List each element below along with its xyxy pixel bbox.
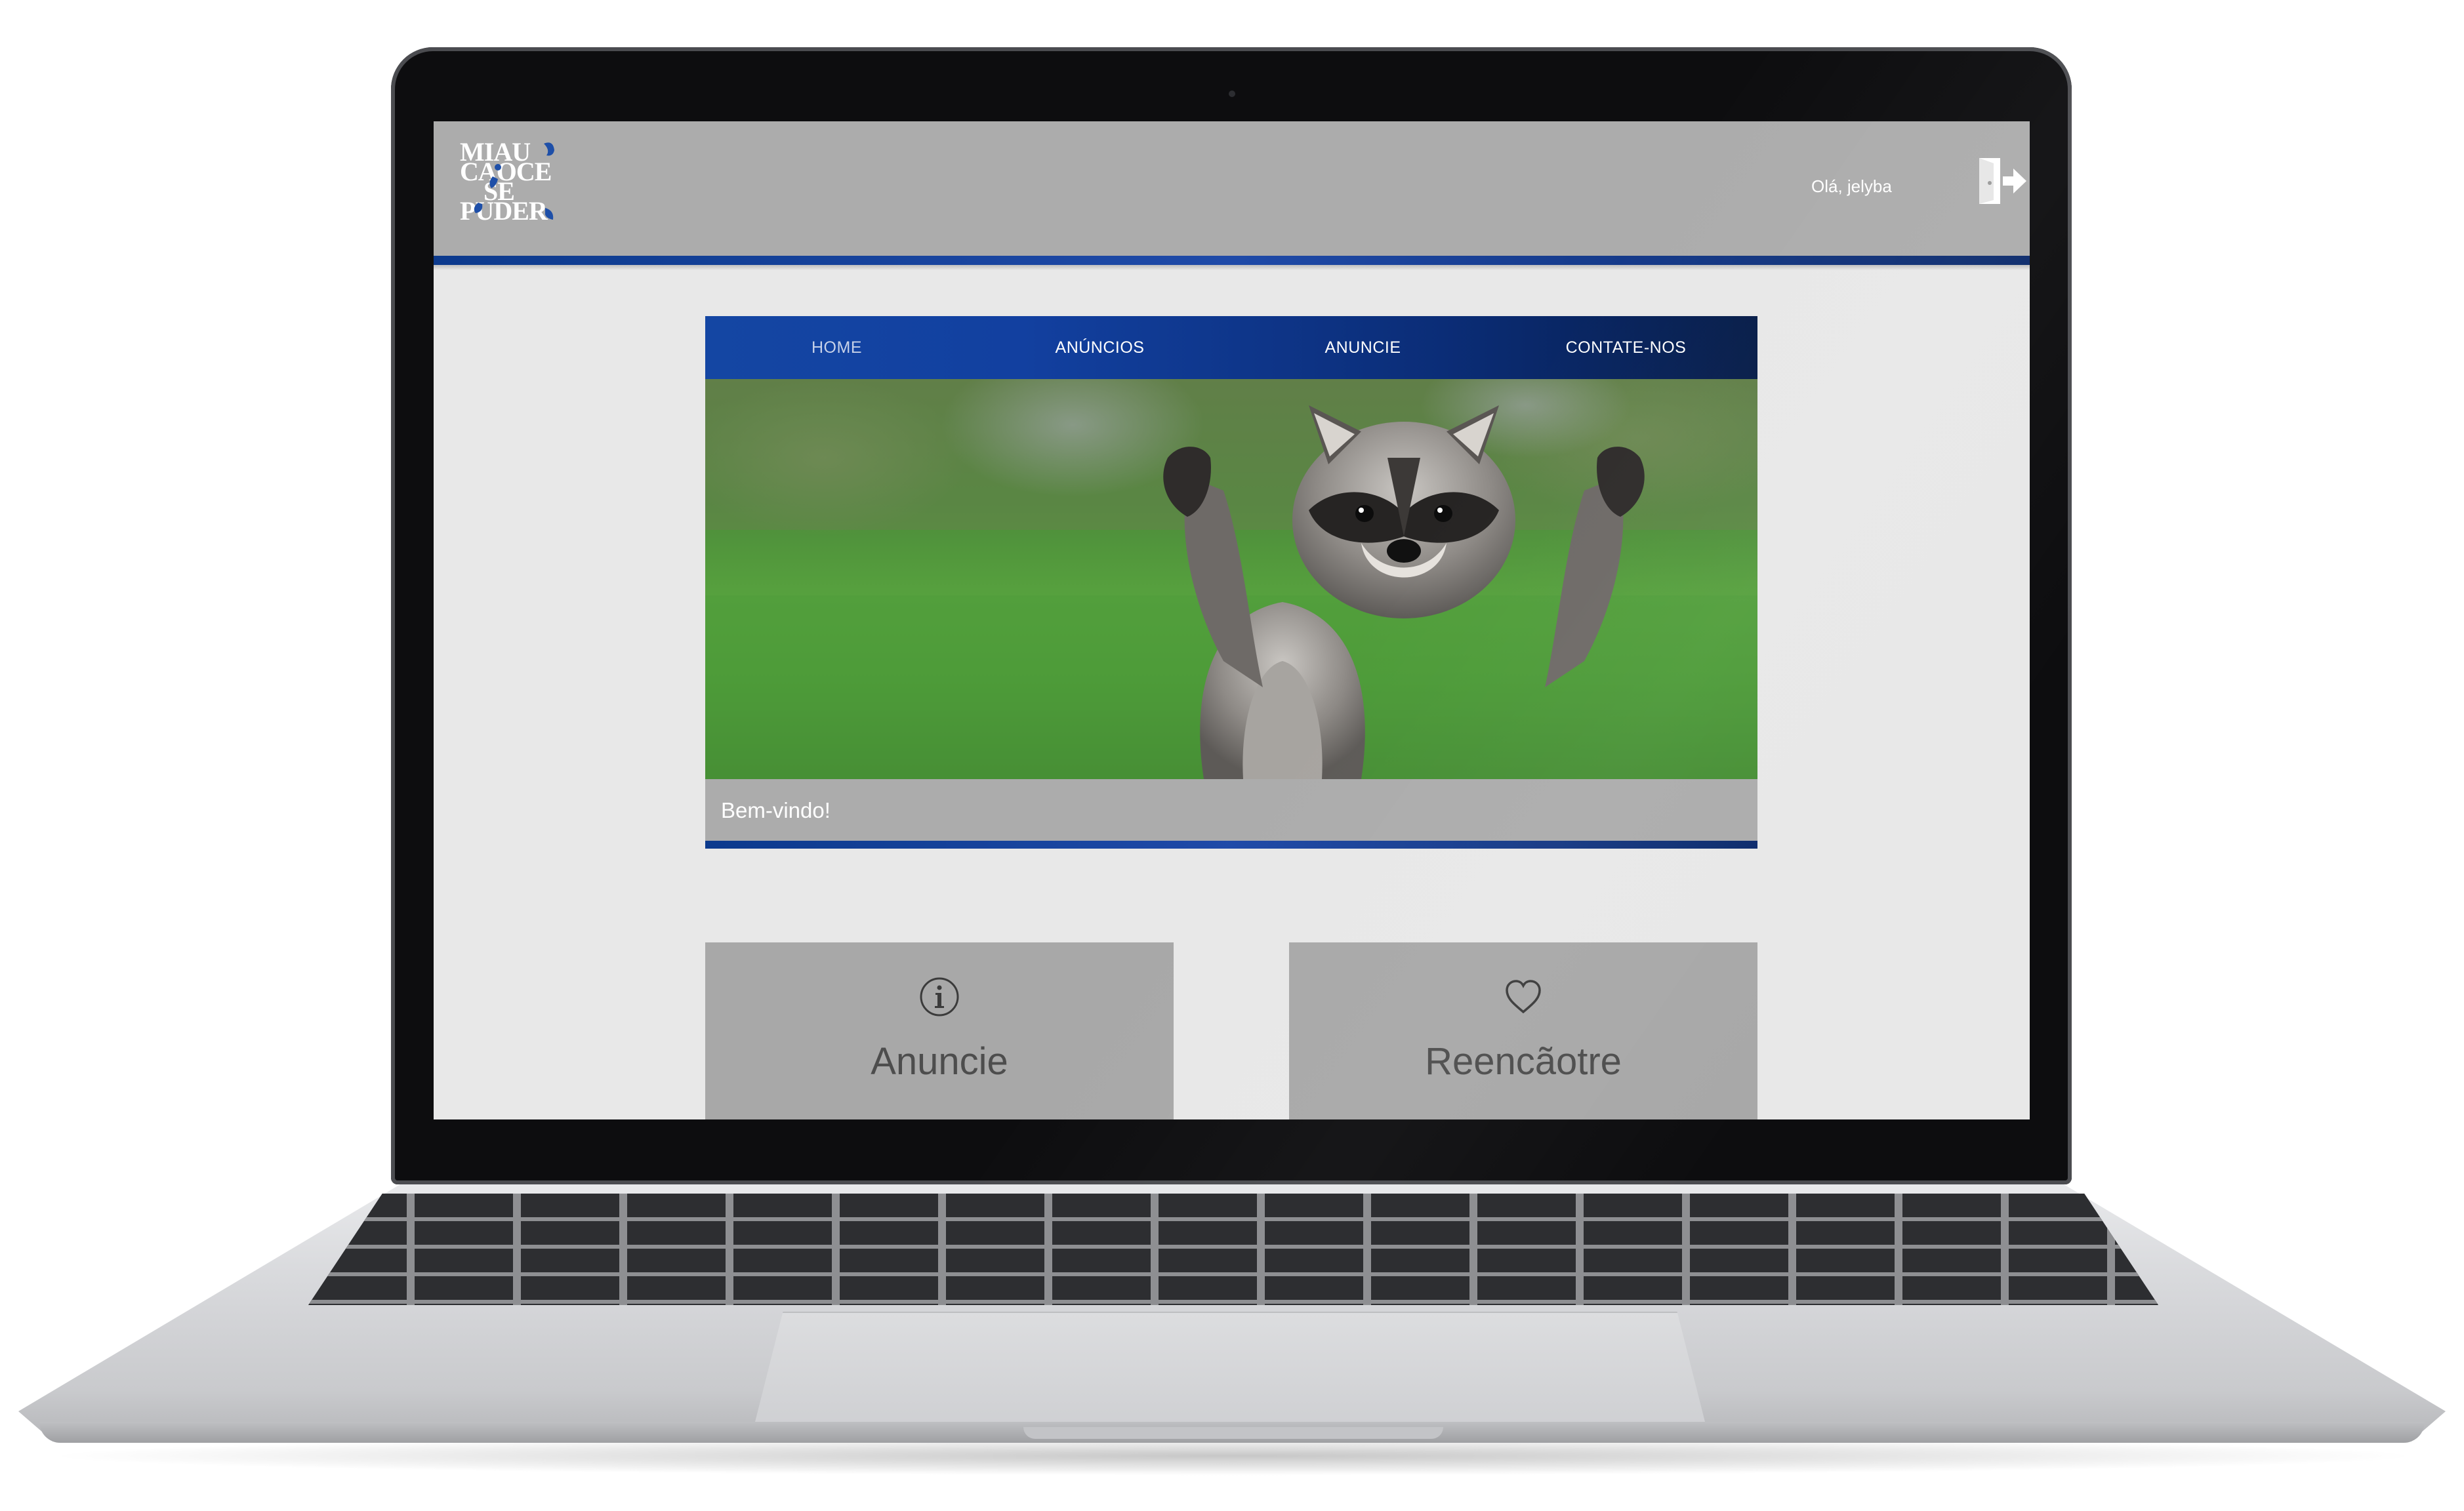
main-nav: HOME ANÚNCIOS ANUNCIE CONTATE-NOS	[705, 316, 1757, 379]
site-logo[interactable]: MIAU CAOCE SE PUDER	[460, 137, 585, 235]
laptop-screen: MIAU CAOCE SE PUDER Olá, jelyba HOME ANÚ…	[434, 121, 2030, 1119]
webcam	[1229, 91, 1235, 97]
info-icon	[705, 975, 1174, 1018]
laptop-lid-notch	[1023, 1427, 1443, 1439]
trackpad	[754, 1312, 1706, 1424]
header-shadow	[434, 265, 2030, 270]
card-reencaotre[interactable]: Reencãotre	[1289, 942, 1757, 1119]
card-title: Anuncie	[871, 1040, 1008, 1083]
raccoon-photo	[705, 379, 1757, 779]
nav-item-anuncios[interactable]: ANÚNCIOS	[968, 316, 1231, 379]
nav-item-anuncie[interactable]: ANUNCIE	[1231, 316, 1494, 379]
site-header: MIAU CAOCE SE PUDER Olá, jelyba	[434, 121, 2030, 256]
hero-accent-line	[705, 841, 1757, 849]
logo-animals-icon	[474, 142, 554, 220]
logout-door-icon[interactable]	[1974, 154, 2028, 208]
user-greeting: Olá, jelyba	[1811, 176, 1892, 196]
card-title: Reencãotre	[1425, 1040, 1622, 1083]
nav-item-home[interactable]: HOME	[705, 316, 968, 379]
hero-banner: HOME ANÚNCIOS ANUNCIE CONTATE-NOS Bem-vi…	[705, 316, 1757, 849]
keyboard-rows	[308, 1194, 2158, 1305]
nav-item-contate-nos[interactable]: CONTATE-NOS	[1494, 316, 1757, 379]
card-anuncie[interactable]: Anuncie	[705, 942, 1174, 1119]
welcome-caption: Bem-vindo!	[721, 798, 831, 822]
header-accent-line	[434, 256, 2030, 265]
heart-icon	[1289, 975, 1757, 1018]
